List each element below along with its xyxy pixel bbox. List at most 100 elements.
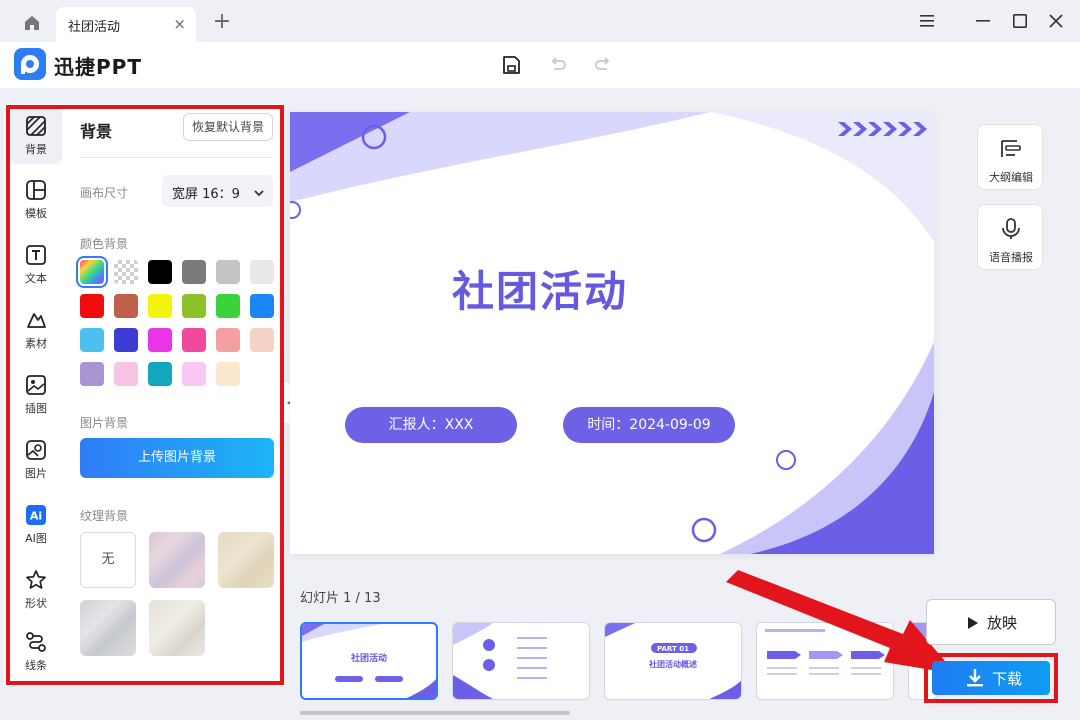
nav-item-background[interactable]: 背景 (10, 108, 62, 164)
texture-swatch[interactable] (218, 532, 274, 588)
texture-none[interactable]: 无 (80, 532, 136, 588)
nav-label: 线条 (25, 659, 47, 672)
nav-label: 文本 (25, 272, 47, 285)
slide-canvas[interactable]: 社团活动 汇报人：XXX 时间：2024-09-09 (290, 112, 934, 554)
nav-item-text[interactable]: 文本 (10, 237, 62, 293)
swatch-color[interactable] (80, 362, 104, 386)
outline-edit-button[interactable]: 大纲编辑 (977, 124, 1043, 190)
nav-item-template[interactable]: 模板 (10, 172, 62, 228)
nav-label: 背景 (25, 143, 47, 156)
new-tab-button[interactable]: + (208, 8, 236, 36)
thumbnail-scrollbar[interactable] (300, 711, 570, 715)
download-button[interactable]: 下载 (932, 661, 1050, 695)
tab-title: 社团活动 (68, 20, 121, 35)
upload-image-background-button[interactable]: 上传图片背景 (80, 438, 274, 478)
texture-background-label: 纹理背景 (80, 509, 129, 523)
swatch-color[interactable] (182, 362, 206, 386)
play-button[interactable]: 放映 (926, 599, 1056, 645)
slide-thumbnail[interactable]: PART 01 社团活动概述 (604, 622, 742, 700)
slide-decoration (290, 112, 934, 554)
tab-close-icon[interactable]: × (173, 16, 186, 32)
maximize-icon[interactable] (1005, 6, 1035, 36)
chevron-down-icon (253, 184, 265, 203)
swatch-color[interactable] (114, 294, 138, 318)
swatch-color[interactable] (216, 328, 240, 352)
swatch-color[interactable] (250, 328, 274, 352)
voice-broadcast-button[interactable]: 语音播报 (977, 204, 1043, 270)
nav-item-illustration[interactable]: 插图 (10, 367, 62, 423)
swatch-color[interactable] (114, 328, 138, 352)
svg-text:Ai: Ai (30, 510, 42, 523)
swatch-color[interactable] (182, 260, 206, 284)
redo-icon[interactable] (588, 50, 618, 80)
nav-item-ai-image[interactable]: Ai AI图 (10, 497, 62, 553)
left-sidebar: 背景 模板 文本 素材 插图 图片 Ai AI图 形状 线条 (4, 104, 64, 686)
swatch-color[interactable] (80, 294, 104, 318)
app-name: 迅捷PPT (54, 55, 142, 79)
line-icon (25, 631, 47, 653)
minimize-icon[interactable] (968, 6, 998, 36)
nav-item-image[interactable]: 图片 (10, 432, 62, 488)
swatch-color[interactable] (250, 260, 274, 284)
nav-label: 图片 (25, 467, 47, 480)
play-icon (967, 615, 979, 634)
thumbnail-part: PART 01 (657, 645, 689, 653)
nav-label: 模板 (25, 207, 47, 220)
nav-item-material[interactable]: 素材 (10, 302, 62, 358)
swatch-color[interactable] (148, 260, 172, 284)
swatch-color[interactable] (182, 328, 206, 352)
download-icon (966, 668, 984, 692)
save-icon[interactable] (496, 50, 526, 80)
home-icon[interactable] (14, 8, 50, 38)
undo-icon[interactable] (543, 50, 573, 80)
close-window-icon[interactable] (1041, 6, 1071, 36)
app-logo (14, 48, 46, 80)
time-pill[interactable]: 时间：2024-09-09 (563, 407, 735, 443)
download-label: 下载 (992, 670, 1023, 688)
shape-icon (25, 569, 47, 591)
slide-thumbnail[interactable] (756, 622, 894, 700)
thumbnail-title: 社团活动概述 (649, 660, 697, 669)
texture-swatch[interactable] (149, 532, 205, 588)
material-icon (25, 309, 47, 331)
swatch-transparent[interactable] (114, 260, 138, 284)
swatch-color[interactable] (216, 362, 240, 386)
reporter-pill[interactable]: 汇报人：XXX (345, 407, 517, 443)
divider (80, 157, 272, 158)
background-icon (25, 115, 47, 137)
swatch-gradient[interactable] (76, 256, 108, 288)
background-panel: 背景 恢复默认背景 画布尺寸 宽屏 16：9 颜色背景 图片背景 上传图片背景 … (64, 104, 284, 686)
canvas-ratio-select[interactable]: 宽屏 16：9 (162, 175, 273, 207)
download-highlight: 下载 (924, 653, 1058, 703)
texture-swatch[interactable] (80, 600, 136, 656)
outline-edit-label: 大纲编辑 (989, 171, 1033, 184)
swatch-color[interactable] (216, 294, 240, 318)
swatch-color[interactable] (250, 294, 274, 318)
title-bar: 社团活动 × + (0, 0, 1080, 42)
swatch-color[interactable] (148, 328, 172, 352)
document-tab[interactable]: 社团活动 × (56, 7, 196, 42)
outline-icon (999, 137, 1023, 165)
nav-label: 素材 (25, 337, 47, 350)
swatch-color[interactable] (148, 294, 172, 318)
swatch-color[interactable] (148, 362, 172, 386)
illustration-icon (25, 374, 47, 396)
swatch-color[interactable] (216, 260, 240, 284)
slide-title[interactable]: 社团活动 (290, 258, 790, 319)
swatch-color[interactable] (182, 294, 206, 318)
slide-thumbnail[interactable] (452, 622, 590, 700)
nav-label: 插图 (25, 402, 47, 415)
menu-icon[interactable] (912, 6, 942, 36)
slide-thumbnail[interactable]: 社团活动 (300, 622, 438, 700)
texture-swatch[interactable] (149, 600, 205, 656)
image-icon (25, 439, 47, 461)
panel-title: 背景 (80, 122, 113, 141)
nav-label: AI图 (25, 532, 47, 545)
swatch-color[interactable] (114, 362, 138, 386)
play-label: 放映 (987, 614, 1018, 632)
canvas-size-label: 画布尺寸 (80, 186, 129, 200)
nav-item-line[interactable]: 线条 (10, 624, 62, 680)
swatch-color[interactable] (80, 328, 104, 352)
nav-item-shape[interactable]: 形状 (10, 562, 62, 618)
reset-background-button[interactable]: 恢复默认背景 (183, 113, 273, 141)
